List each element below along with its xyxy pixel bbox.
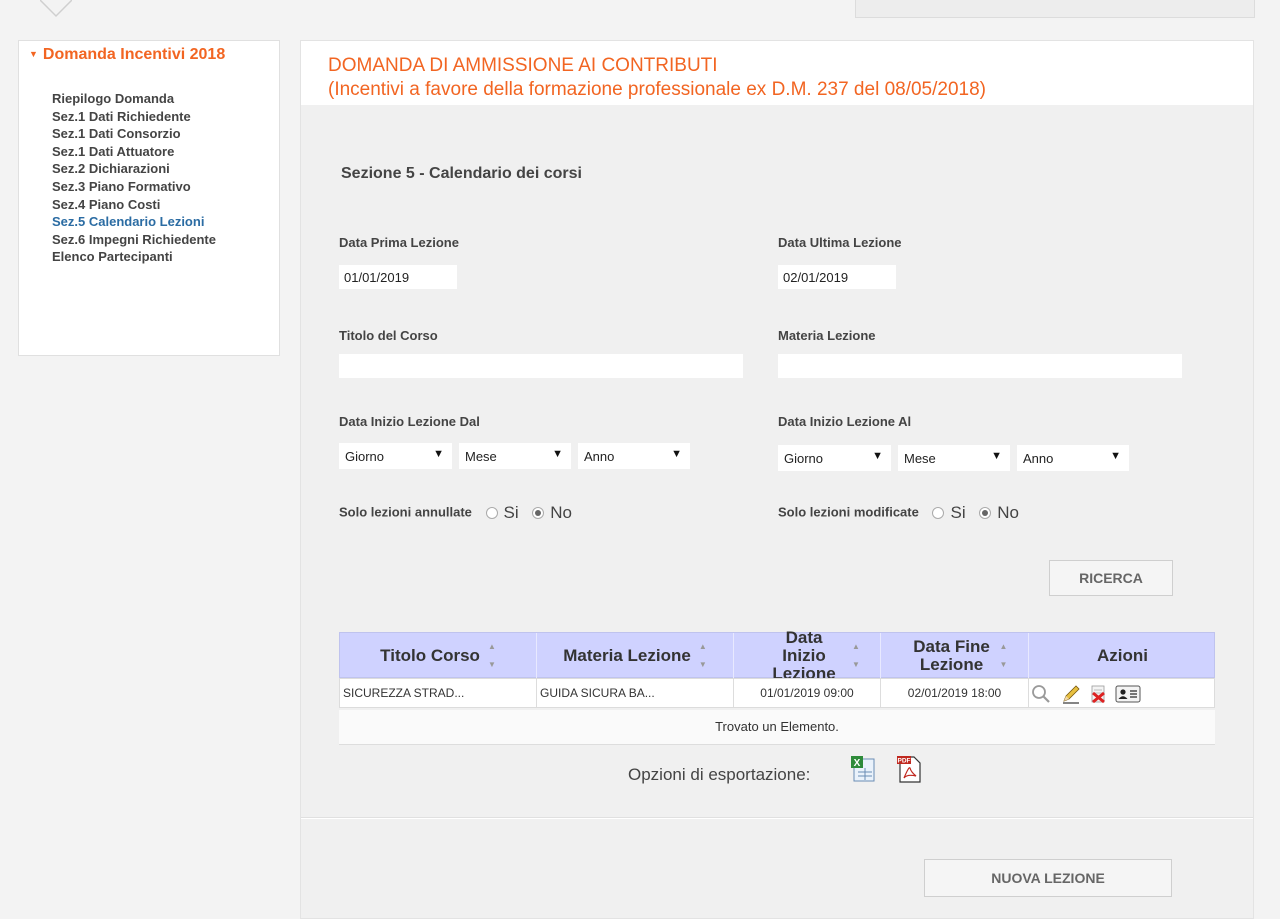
search-icon[interactable] — [1031, 684, 1051, 704]
dal-mese-value: Mese — [465, 449, 497, 464]
export-label: Opzioni di esportazione: — [628, 765, 811, 784]
annullate-label: Solo lezioni annullate — [339, 504, 472, 520]
data-prima-label: Data Prima Lezione — [339, 235, 459, 250]
sort-icon: ▲ ▼ — [487, 642, 496, 669]
sidebar-item-riepilogo[interactable]: Riepilogo Domanda — [52, 90, 216, 108]
col-header-data-fine[interactable]: Data Fine Lezione ▲ ▼ — [881, 633, 1029, 679]
sidebar-item-calendario-lezioni[interactable]: Sez.5 Calendario Lezioni — [52, 213, 216, 231]
main-panel: DOMANDA DI AMMISSIONE AI CONTRIBUTI (Inc… — [300, 40, 1254, 919]
col-header-label: Data Fine Lezione — [913, 637, 990, 674]
cell-azioni — [1029, 679, 1215, 707]
table-row[interactable]: SICUREZZA STRAD... GUIDA SICURA BA... 01… — [339, 678, 1215, 708]
sidebar-item-dati-consorzio[interactable]: Sez.1 Dati Consorzio — [52, 125, 216, 143]
dropdown-arrow-icon: ▼ — [671, 448, 682, 460]
cell-data-inizio: 01/01/2019 09:00 — [734, 679, 881, 707]
top-bar — [0, 0, 1280, 18]
table-footer-count: Trovato un Elemento. — [339, 710, 1215, 745]
cell-titolo-corso: SICUREZZA STRAD... — [340, 679, 537, 707]
sidebar-item-impegni-richiedente[interactable]: Sez.6 Impegni Richiedente — [52, 231, 216, 249]
inizio-al-label: Data Inizio Lezione Al — [778, 414, 912, 429]
modificate-label: Solo lezioni modificate — [778, 504, 919, 520]
svg-text:PDF: PDF — [898, 758, 911, 765]
dropdown-notch-icon — [40, 0, 72, 18]
annullate-no-label: No — [550, 503, 573, 522]
divider — [301, 817, 1253, 819]
dropdown-arrow-icon: ▼ — [433, 448, 444, 460]
sidebar-item-piano-costi[interactable]: Sez.4 Piano Costi — [52, 196, 216, 214]
annullate-filter: Solo lezioni annullate Si No — [339, 503, 572, 523]
col-header-label: Data Inizio Lezione — [772, 628, 836, 683]
dropdown-arrow-icon: ▼ — [1110, 450, 1121, 462]
table-header: Titolo Corso ▲ ▼ Materia Lezione ▲ ▼ Data In… — [339, 629, 1216, 683]
sort-icon: ▲ ▼ — [999, 642, 1008, 669]
sidebar-menu: Riepilogo Domanda Sez.1 Dati Richiedente… — [52, 90, 216, 266]
annullate-si-radio[interactable] — [485, 507, 498, 519]
dal-mese-select[interactable]: Mese ▼ — [459, 443, 571, 469]
top-right-box — [855, 0, 1255, 18]
modificate-no-label: No — [997, 503, 1019, 522]
al-mese-value: Mese — [904, 451, 936, 466]
sidebar-title[interactable]: ▼ Domanda Incentivi 2018 — [29, 46, 225, 64]
titolo-corso-label: Titolo del Corso — [339, 328, 438, 343]
new-lesson-button[interactable]: NUOVA LEZIONE — [924, 859, 1172, 897]
dropdown-arrow-icon: ▼ — [552, 448, 563, 460]
sidebar-item-elenco-partecipanti[interactable]: Elenco Partecipanti — [52, 248, 216, 266]
al-giorno-select[interactable]: Giorno ▼ — [778, 445, 891, 471]
col-header-titolo-corso[interactable]: Titolo Corso ▲ ▼ — [340, 633, 537, 679]
dal-anno-value: Anno — [584, 449, 615, 464]
data-ultima-input[interactable] — [778, 265, 896, 289]
sidebar-title-label: Domanda Incentivi 2018 — [42, 46, 226, 63]
section-title: Sezione 5 - Calendario dei corsi — [341, 165, 582, 182]
dropdown-arrow-icon: ▼ — [991, 450, 1002, 462]
col-header-label: Materia Lezione — [563, 646, 691, 665]
data-ultima-label: Data Ultima Lezione — [778, 235, 902, 250]
pdf-export-icon[interactable]: PDF — [895, 754, 923, 784]
modificate-si-label: Si — [950, 503, 966, 522]
al-anno-value: Anno — [1023, 451, 1054, 466]
participants-card-icon[interactable] — [1115, 684, 1141, 704]
al-anno-select[interactable]: Anno ▼ — [1017, 445, 1129, 471]
modificate-si-radio[interactable] — [932, 507, 945, 519]
export-options: Opzioni di esportazione: — [628, 765, 810, 785]
modificate-no-radio[interactable] — [979, 507, 992, 519]
inizio-dal-label: Data Inizio Lezione Dal — [339, 414, 480, 429]
col-header-azioni: Azioni — [1029, 633, 1216, 679]
col-header-data-inizio[interactable]: Data Inizio Lezione ▲ ▼ — [734, 629, 881, 683]
page-header: DOMANDA DI AMMISSIONE AI CONTRIBUTI (Inc… — [301, 41, 1253, 105]
col-header-label: Azioni — [1097, 646, 1148, 665]
col-header-label: Titolo Corso — [380, 646, 480, 665]
annullate-no-radio[interactable] — [532, 507, 545, 519]
caret-down-icon: ▼ — [29, 49, 38, 59]
annullate-si-label: Si — [503, 503, 519, 522]
materia-lezione-label: Materia Lezione — [778, 328, 876, 343]
sidebar-item-dichiarazioni[interactable]: Sez.2 Dichiarazioni — [52, 160, 216, 178]
sidebar-item-dati-attuatore[interactable]: Sez.1 Dati Attuatore — [52, 143, 216, 161]
search-button[interactable]: RICERCA — [1049, 560, 1173, 596]
excel-export-icon[interactable]: X — [850, 755, 878, 783]
modificate-filter: Solo lezioni modificate Si No — [778, 503, 1019, 523]
cell-materia-lezione: GUIDA SICURA BA... — [537, 679, 734, 707]
data-prima-input[interactable] — [339, 265, 457, 289]
page-title: DOMANDA DI AMMISSIONE AI CONTRIBUTI — [328, 55, 718, 76]
sort-icon: ▲ ▼ — [698, 642, 707, 669]
dal-giorno-value: Giorno — [345, 449, 385, 464]
al-mese-select[interactable]: Mese ▼ — [898, 445, 1010, 471]
sidebar-item-piano-formativo[interactable]: Sez.3 Piano Formativo — [52, 178, 216, 196]
dropdown-arrow-icon: ▼ — [872, 450, 883, 462]
sort-icon: ▲ ▼ — [852, 642, 860, 669]
materia-lezione-input[interactable] — [778, 354, 1182, 378]
svg-text:X: X — [854, 758, 861, 769]
sidebar: ▼ Domanda Incentivi 2018 Riepilogo Domand… — [18, 40, 280, 356]
page-subtitle: (Incentivi a favore della formazione pro… — [328, 79, 986, 100]
dal-giorno-select[interactable]: Giorno ▼ — [339, 443, 452, 469]
delete-icon[interactable] — [1088, 684, 1108, 704]
edit-pencil-icon[interactable] — [1061, 684, 1081, 704]
cell-data-fine: 02/01/2019 18:00 — [881, 679, 1029, 707]
sidebar-item-dati-richiedente[interactable]: Sez.1 Dati Richiedente — [52, 108, 216, 126]
dal-anno-select[interactable]: Anno ▼ — [578, 443, 690, 469]
al-giorno-value: Giorno — [784, 451, 824, 466]
titolo-corso-input[interactable] — [339, 354, 743, 378]
col-header-materia-lezione[interactable]: Materia Lezione ▲ ▼ — [537, 633, 734, 679]
